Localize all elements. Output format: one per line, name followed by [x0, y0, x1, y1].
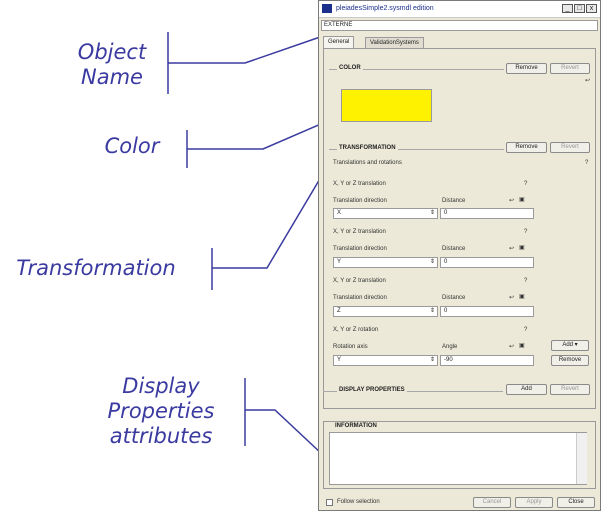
follow-selection-checkbox[interactable] — [326, 499, 333, 506]
combo-value: Y — [337, 259, 342, 265]
formula-icon[interactable]: ▣ — [519, 293, 525, 300]
block-title: X, Y or Z rotation — [333, 327, 379, 333]
combo-value: Y — [337, 357, 342, 363]
help-icon[interactable]: ? — [585, 160, 588, 166]
color-header: COLOR — [337, 65, 363, 71]
transformation-header: TRANSFORMATION — [337, 145, 398, 151]
angle-label: Angle — [442, 344, 458, 350]
combo-value: X — [337, 210, 342, 216]
reset-icon[interactable]: ↩ — [509, 197, 514, 204]
information-scrollbar[interactable] — [576, 433, 587, 484]
apply-button[interactable]: Apply — [515, 497, 553, 508]
transformation-subtitle: Translations and rotations — [333, 160, 402, 166]
information-text[interactable] — [329, 432, 587, 485]
direction-combo[interactable]: Z ⇕ — [333, 306, 438, 317]
formula-icon[interactable]: ▣ — [519, 196, 525, 203]
cancel-button[interactable]: Cancel — [473, 497, 511, 508]
reset-icon[interactable]: ↩ — [509, 245, 514, 252]
spin-icon[interactable]: ⇕ — [430, 209, 435, 218]
maximize-button[interactable]: □ — [574, 4, 585, 13]
block-title: X, Y or Z translation — [333, 229, 386, 235]
help-icon[interactable]: ? — [524, 181, 527, 187]
add-transform-button[interactable]: Add ▾ — [551, 340, 589, 351]
transformation-remove-button[interactable]: Remove — [506, 142, 547, 153]
angle-input[interactable]: -90 — [440, 355, 534, 366]
help-icon[interactable]: ? — [524, 327, 527, 333]
spin-icon[interactable]: ⇕ — [430, 356, 435, 365]
block-title: X, Y or Z translation — [333, 181, 386, 187]
display-add-button[interactable]: Add — [506, 384, 547, 395]
distance-label: Distance — [442, 295, 466, 301]
transformation-revert-button[interactable]: Revert — [550, 142, 590, 153]
distance-label: Distance — [442, 198, 466, 204]
follow-selection-label: Follow selection — [337, 499, 380, 505]
information-header: INFORMATION — [333, 423, 379, 429]
app-icon — [322, 4, 332, 13]
direction-label: Translation direction — [333, 198, 387, 204]
direction-combo[interactable]: X ⇕ — [333, 208, 438, 219]
color-revert-button[interactable]: Revert — [550, 63, 590, 74]
distance-input[interactable]: 0 — [440, 257, 534, 268]
spin-icon[interactable]: ⇕ — [430, 258, 435, 267]
distance-input[interactable]: 0 — [440, 306, 534, 317]
direction-combo[interactable]: Y ⇕ — [333, 257, 438, 268]
reset-icon[interactable]: ↩ — [509, 294, 514, 301]
distance-input[interactable]: 0 — [440, 208, 534, 219]
direction-label: Translation direction — [333, 295, 387, 301]
spin-icon[interactable]: ⇕ — [430, 307, 435, 316]
close-window-button[interactable]: x — [586, 4, 597, 13]
title-bar: pleiadesSimple2.sysmdl edition _ □ x — [319, 1, 600, 18]
color-swatch[interactable] — [341, 89, 432, 122]
formula-icon[interactable]: ▣ — [519, 342, 525, 349]
help-icon[interactable]: ? — [524, 278, 527, 284]
display-header: DISPLAY PROPERTIES — [337, 387, 407, 393]
reset-icon[interactable]: ↩ — [509, 343, 514, 350]
combo-value: Z — [337, 308, 341, 314]
object-name-field[interactable]: EXTERNE — [321, 20, 598, 31]
block-title: X, Y or Z translation — [333, 278, 386, 284]
edition-window: pleiadesSimple2.sysmdl edition _ □ x EXT… — [318, 0, 601, 511]
remove-transform-button[interactable]: Remove — [551, 355, 589, 366]
rotation-axis-combo[interactable]: Y ⇕ — [333, 355, 438, 366]
minimize-button[interactable]: _ — [562, 4, 573, 13]
window-title: pleiadesSimple2.sysmdl edition — [336, 5, 434, 12]
display-revert-button[interactable]: Revert — [550, 384, 590, 395]
reset-icon[interactable]: ↩ — [585, 77, 590, 84]
direction-label: Translation direction — [333, 246, 387, 252]
close-button[interactable]: Close — [557, 497, 595, 508]
tab-validation-systems[interactable]: ValidationSystems — [365, 37, 424, 48]
distance-label: Distance — [442, 246, 466, 252]
color-remove-button[interactable]: Remove — [506, 63, 547, 74]
help-icon[interactable]: ? — [524, 229, 527, 235]
formula-icon[interactable]: ▣ — [519, 244, 525, 251]
rotation-axis-label: Rotation axis — [333, 344, 368, 350]
